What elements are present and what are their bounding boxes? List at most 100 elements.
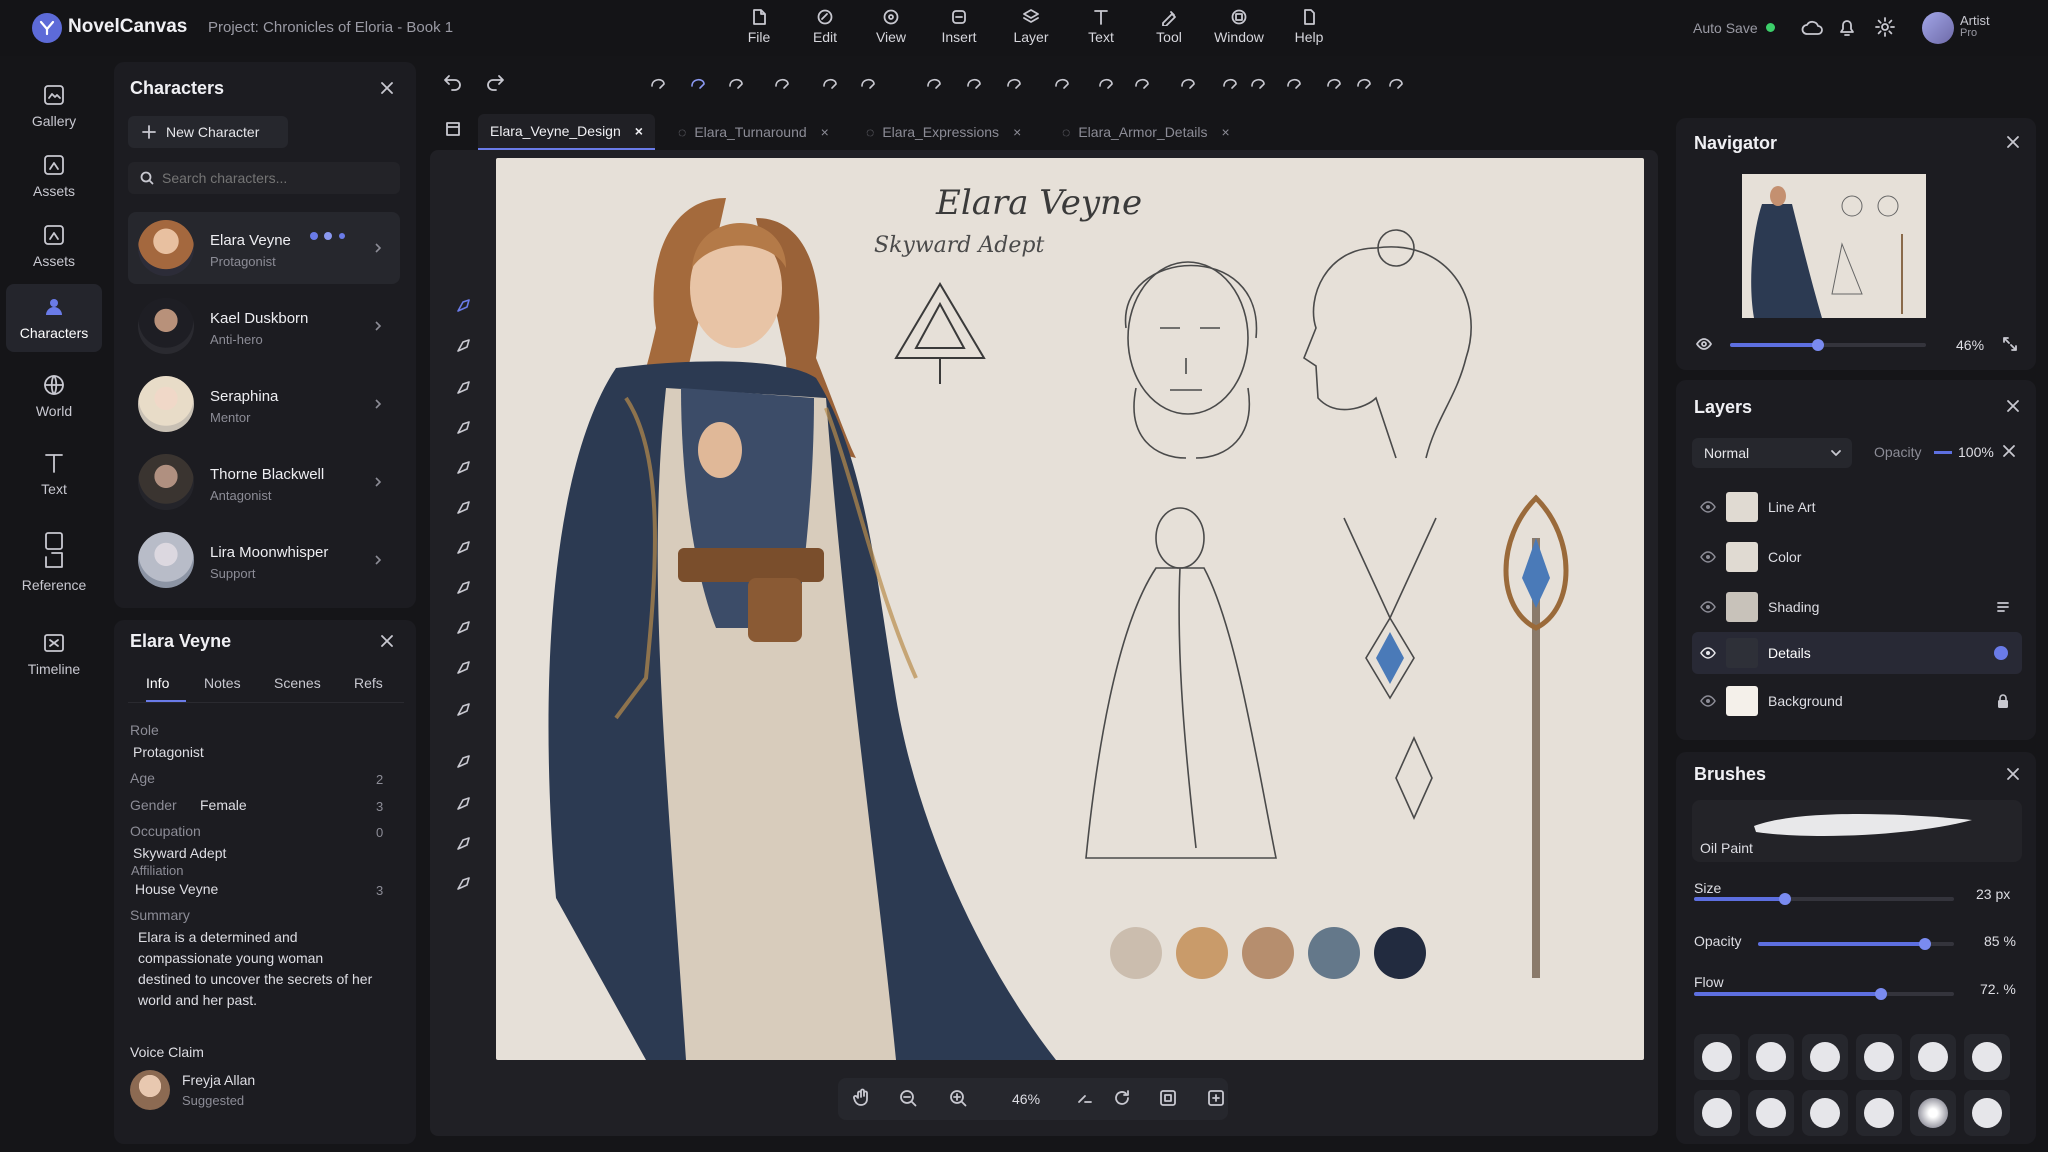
doc-tab-active[interactable]: Elara_Veyne_Design × bbox=[478, 114, 655, 150]
brush-preset[interactable] bbox=[1856, 1090, 1902, 1136]
brush-preset[interactable] bbox=[1964, 1034, 2010, 1080]
perspective-icon[interactable] bbox=[1004, 72, 1024, 92]
close-tab-icon[interactable]: × bbox=[821, 124, 829, 140]
slider-knob[interactable] bbox=[1918, 938, 1931, 950]
lock-icon[interactable] bbox=[1996, 693, 2010, 709]
eraser-tool-icon[interactable] bbox=[448, 452, 480, 484]
brush-tool-icon[interactable] bbox=[448, 330, 480, 362]
character-search-input[interactable] bbox=[162, 170, 382, 186]
settings-gear-icon[interactable] bbox=[1874, 16, 1896, 38]
palette-swatch[interactable] bbox=[1176, 927, 1228, 979]
zoom-out-icon[interactable] bbox=[898, 1088, 918, 1108]
close-details-icon[interactable] bbox=[380, 634, 394, 648]
move-icon[interactable] bbox=[648, 72, 668, 92]
layer-row-line-art[interactable]: Line Art bbox=[1692, 486, 2022, 528]
rail-characters[interactable]: Characters bbox=[6, 284, 102, 352]
mask-icon[interactable] bbox=[1220, 72, 1240, 92]
color-picker-icon[interactable] bbox=[448, 694, 480, 726]
warp-icon[interactable] bbox=[858, 72, 878, 92]
export-icon[interactable] bbox=[1386, 72, 1406, 92]
fullscreen-icon[interactable] bbox=[1158, 1088, 1178, 1108]
brush-preset[interactable] bbox=[1802, 1090, 1848, 1136]
mesh-icon[interactable] bbox=[924, 72, 944, 92]
adjust-icon[interactable] bbox=[1132, 72, 1152, 92]
character-list-item[interactable]: Kael Duskborn Anti-hero bbox=[128, 290, 400, 362]
character-list-item[interactable]: Elara Veyne Protagonist bbox=[128, 212, 400, 284]
eye-icon[interactable] bbox=[1700, 550, 1716, 564]
character-list-item[interactable]: Lira Moonwhisper Support bbox=[128, 524, 400, 596]
doc-tab[interactable]: ◌ Elara_Expressions × bbox=[866, 114, 1021, 150]
brush-preset[interactable] bbox=[1802, 1034, 1848, 1080]
tab-info[interactable]: Info bbox=[146, 675, 169, 691]
brush-preset[interactable] bbox=[1910, 1090, 1956, 1136]
fit-to-screen-icon[interactable] bbox=[2002, 336, 2018, 352]
close-navigator-icon[interactable] bbox=[2006, 135, 2020, 149]
slider-knob[interactable] bbox=[1779, 893, 1791, 905]
doc-tab[interactable]: ◌ Elara_Turnaround × bbox=[678, 114, 829, 150]
brush-preset[interactable] bbox=[1856, 1034, 1902, 1080]
distribute-icon[interactable] bbox=[1354, 72, 1374, 92]
transform-tool-icon[interactable] bbox=[448, 612, 480, 644]
rotate-icon[interactable] bbox=[1112, 1088, 1132, 1108]
select-tool-icon[interactable] bbox=[448, 572, 480, 604]
visibility-eye-icon[interactable] bbox=[1696, 337, 1712, 351]
wand-icon[interactable] bbox=[726, 72, 746, 92]
puppet-icon[interactable] bbox=[1096, 72, 1116, 92]
rotate-icon[interactable] bbox=[1052, 72, 1072, 92]
brush-preset[interactable] bbox=[1964, 1090, 2010, 1136]
menu-edit[interactable]: Edit bbox=[790, 8, 860, 52]
layer-effect-icon[interactable] bbox=[1996, 600, 2010, 614]
align-icon[interactable] bbox=[1324, 72, 1344, 92]
layer-options-icon[interactable] bbox=[2002, 444, 2016, 458]
gender-value[interactable]: Female bbox=[200, 797, 247, 813]
tab-scenes[interactable]: Scenes bbox=[274, 675, 321, 691]
eye-icon[interactable] bbox=[1700, 600, 1716, 614]
rail-gallery[interactable]: Gallery bbox=[6, 72, 102, 140]
navigator-thumbnail[interactable] bbox=[1742, 174, 1926, 318]
menu-text[interactable]: Text bbox=[1066, 8, 1136, 52]
rail-assets[interactable]: Assets bbox=[6, 142, 102, 210]
brush-size-slider[interactable] bbox=[1694, 893, 1954, 905]
layer-row-details[interactable]: Details bbox=[1692, 632, 2022, 674]
shape-tool-icon[interactable] bbox=[448, 746, 480, 778]
summary-text[interactable]: Elara is a determined and compassionate … bbox=[138, 927, 378, 1011]
redo-icon[interactable] bbox=[484, 72, 506, 92]
palette-swatch[interactable] bbox=[1374, 927, 1426, 979]
notification-bell-icon[interactable] bbox=[1836, 16, 1858, 38]
character-search-box[interactable] bbox=[128, 162, 400, 194]
grid-tool-icon[interactable] bbox=[448, 868, 480, 900]
close-tab-icon[interactable]: × bbox=[1013, 124, 1021, 140]
menu-tool[interactable]: Tool bbox=[1134, 8, 1204, 52]
rail-world[interactable]: World bbox=[6, 362, 102, 430]
layer-row-color[interactable]: Color bbox=[1692, 536, 2022, 578]
flip-icon[interactable] bbox=[964, 72, 984, 92]
character-list-item[interactable]: Thorne Blackwell Antagonist bbox=[128, 446, 400, 518]
close-layers-icon[interactable] bbox=[2006, 399, 2020, 413]
menu-window[interactable]: Window bbox=[1204, 8, 1274, 52]
palette-swatch[interactable] bbox=[1308, 927, 1360, 979]
rail-timeline[interactable]: Timeline bbox=[6, 620, 102, 688]
new-character-button[interactable]: New Character bbox=[128, 116, 288, 148]
tab-notes[interactable]: Notes bbox=[204, 675, 241, 691]
clone-icon[interactable] bbox=[1248, 72, 1268, 92]
heal-icon[interactable] bbox=[1284, 72, 1304, 92]
occupation-value[interactable]: Skyward Adept bbox=[133, 845, 226, 861]
zoom-value[interactable]: 46% bbox=[1012, 1091, 1040, 1107]
undo-icon[interactable] bbox=[442, 72, 464, 92]
layer-opacity-slider[interactable] bbox=[1934, 451, 1952, 454]
pen-tool-icon[interactable] bbox=[448, 372, 480, 404]
close-brushes-icon[interactable] bbox=[2006, 767, 2020, 781]
artwork-canvas[interactable]: Elara Veyne Skyward Adept bbox=[496, 158, 1644, 1060]
smudge-tool-icon[interactable] bbox=[448, 412, 480, 444]
brush-preview[interactable]: Oil Paint bbox=[1692, 800, 2022, 862]
brush-flow-slider[interactable] bbox=[1694, 988, 1954, 1000]
age-value[interactable]: 2 bbox=[376, 772, 383, 787]
rail-assets-2[interactable]: Assets bbox=[6, 212, 102, 280]
doc-tab[interactable]: ◌ Elara_Armor_Details × bbox=[1062, 114, 1230, 150]
lasso-tool-icon[interactable] bbox=[448, 290, 480, 322]
crop-icon[interactable] bbox=[820, 72, 840, 92]
blend-tool-icon[interactable] bbox=[448, 492, 480, 524]
brush-preset[interactable] bbox=[1748, 1090, 1794, 1136]
close-tab-icon[interactable]: × bbox=[1222, 124, 1230, 140]
brush-preset[interactable] bbox=[1910, 1034, 1956, 1080]
